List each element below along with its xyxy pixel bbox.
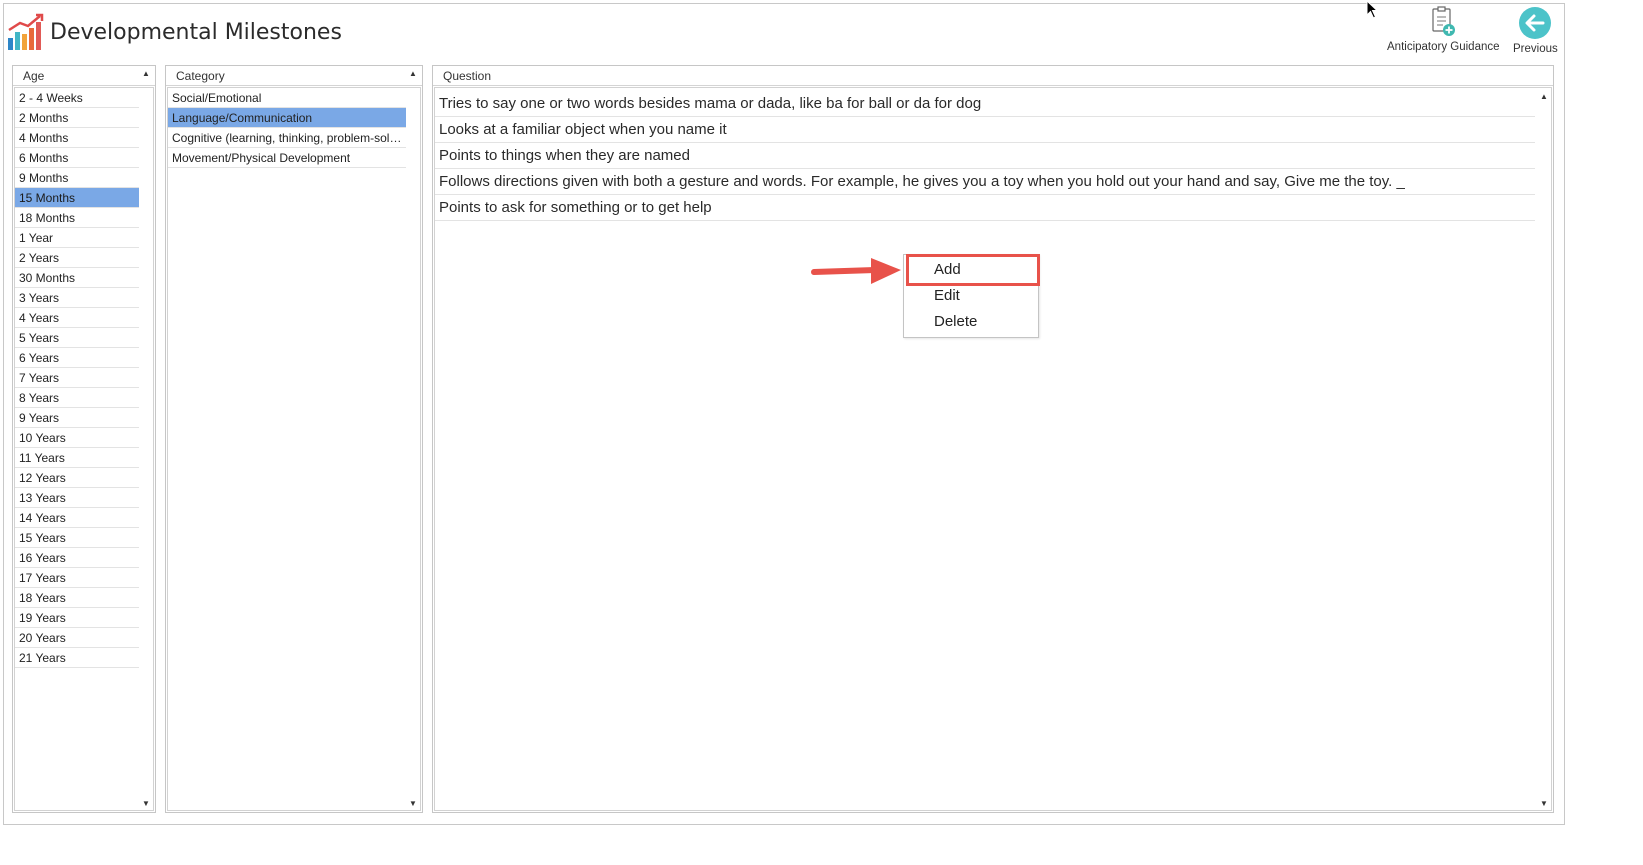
age-list-item[interactable]: 9 Years [15, 408, 139, 428]
category-list-item[interactable]: Movement/Physical Development [168, 148, 406, 168]
menu-item-add[interactable]: Add [904, 257, 1038, 283]
age-scroll-up-icon[interactable]: ▲ [139, 67, 153, 81]
red-arrow-icon [811, 258, 901, 284]
age-list-item[interactable]: 3 Years [15, 288, 139, 308]
chart-logo-icon [8, 13, 44, 50]
category-panel: Category Social/Emotional Language/Commun… [165, 65, 423, 813]
anticipatory-guidance-label: Anticipatory Guidance [1387, 41, 1500, 53]
age-list-item[interactable]: 12 Years [15, 468, 139, 488]
age-list-item[interactable]: 19 Years [15, 608, 139, 628]
age-list-item[interactable]: 4 Months [15, 128, 139, 148]
menu-item-edit[interactable]: Edit [904, 283, 1038, 309]
category-list-item[interactable]: Cognitive (learning, thinking, problem-s… [168, 128, 406, 148]
question-list-item[interactable]: Looks at a familiar object when you name… [435, 117, 1535, 143]
age-list-item[interactable]: 17 Years [15, 568, 139, 588]
age-list-item[interactable]: 18 Months [15, 208, 139, 228]
age-list-item[interactable]: 1 Year [15, 228, 139, 248]
age-list-item[interactable]: 9 Months [15, 168, 139, 188]
anticipatory-guidance-button[interactable]: Anticipatory Guidance [1387, 6, 1500, 53]
age-list-item[interactable]: 14 Years [15, 508, 139, 528]
age-list[interactable]: 2 - 4 Weeks 2 Months 4 Months 6 Months 9 Mon… [14, 87, 154, 811]
category-list-item[interactable]: Social/Emotional [168, 88, 406, 108]
age-list-item[interactable]: 15 Months [15, 188, 139, 208]
age-list-item[interactable]: 30 Months [15, 268, 139, 288]
question-list-item[interactable]: Follows directions given with both a ges… [435, 169, 1535, 195]
age-list-item[interactable]: 10 Years [15, 428, 139, 448]
age-list-item[interactable]: 2 - 4 Weeks [15, 88, 139, 108]
category-list[interactable]: Social/Emotional Language/Communication Co… [167, 87, 421, 811]
clipboard-add-icon [1432, 6, 1456, 36]
age-list-item[interactable]: 8 Years [15, 388, 139, 408]
question-scroll-down-icon[interactable]: ▼ [1537, 797, 1551, 811]
app-header: Developmental Milestones [6, 12, 342, 52]
context-menu: Add Edit Delete [903, 254, 1039, 338]
age-list-item[interactable]: 5 Years [15, 328, 139, 348]
age-list-item[interactable]: 16 Years [15, 548, 139, 568]
category-scroll-down-icon[interactable]: ▼ [406, 797, 420, 811]
question-header: Question [433, 66, 1553, 86]
question-list[interactable]: Tries to say one or two words besides ma… [434, 87, 1552, 811]
age-list-item[interactable]: 7 Years [15, 368, 139, 388]
age-list-item[interactable]: 6 Months [15, 148, 139, 168]
category-list-item[interactable]: Language/Communication [168, 108, 406, 128]
age-list-item[interactable]: 18 Years [15, 588, 139, 608]
menu-item-delete[interactable]: Delete [904, 309, 1038, 335]
arrow-left-circle-icon [1519, 7, 1552, 39]
age-list-item[interactable]: 15 Years [15, 528, 139, 548]
age-list-item[interactable]: 13 Years [15, 488, 139, 508]
age-panel: Age 2 - 4 Weeks 2 Months 4 Months 6 Months 9… [12, 65, 156, 813]
previous-button[interactable]: Previous [1513, 6, 1558, 55]
age-list-item[interactable]: 20 Years [15, 628, 139, 648]
question-scroll-up-icon[interactable]: ▲ [1537, 90, 1551, 104]
age-list-item[interactable]: 11 Years [15, 448, 139, 468]
question-panel: Question Tries to say one or two words b… [432, 65, 1554, 813]
age-header: Age [13, 66, 155, 86]
category-scroll-up-icon[interactable]: ▲ [406, 67, 420, 81]
question-list-item[interactable]: Points to things when they are named [435, 143, 1535, 169]
page-title: Developmental Milestones [50, 19, 342, 45]
age-list-item[interactable]: 2 Years [15, 248, 139, 268]
category-header: Category [166, 66, 422, 86]
age-list-item[interactable]: 4 Years [15, 308, 139, 328]
age-list-item[interactable]: 6 Years [15, 348, 139, 368]
previous-label: Previous [1513, 43, 1558, 55]
age-list-item[interactable]: 21 Years [15, 648, 139, 668]
age-scroll-down-icon[interactable]: ▼ [139, 797, 153, 811]
question-list-item[interactable]: Points to ask for something or to get he… [435, 195, 1535, 221]
question-list-item[interactable]: Tries to say one or two words besides ma… [435, 91, 1535, 117]
mouse-cursor-icon [1366, 0, 1379, 19]
age-list-item[interactable]: 2 Months [15, 108, 139, 128]
